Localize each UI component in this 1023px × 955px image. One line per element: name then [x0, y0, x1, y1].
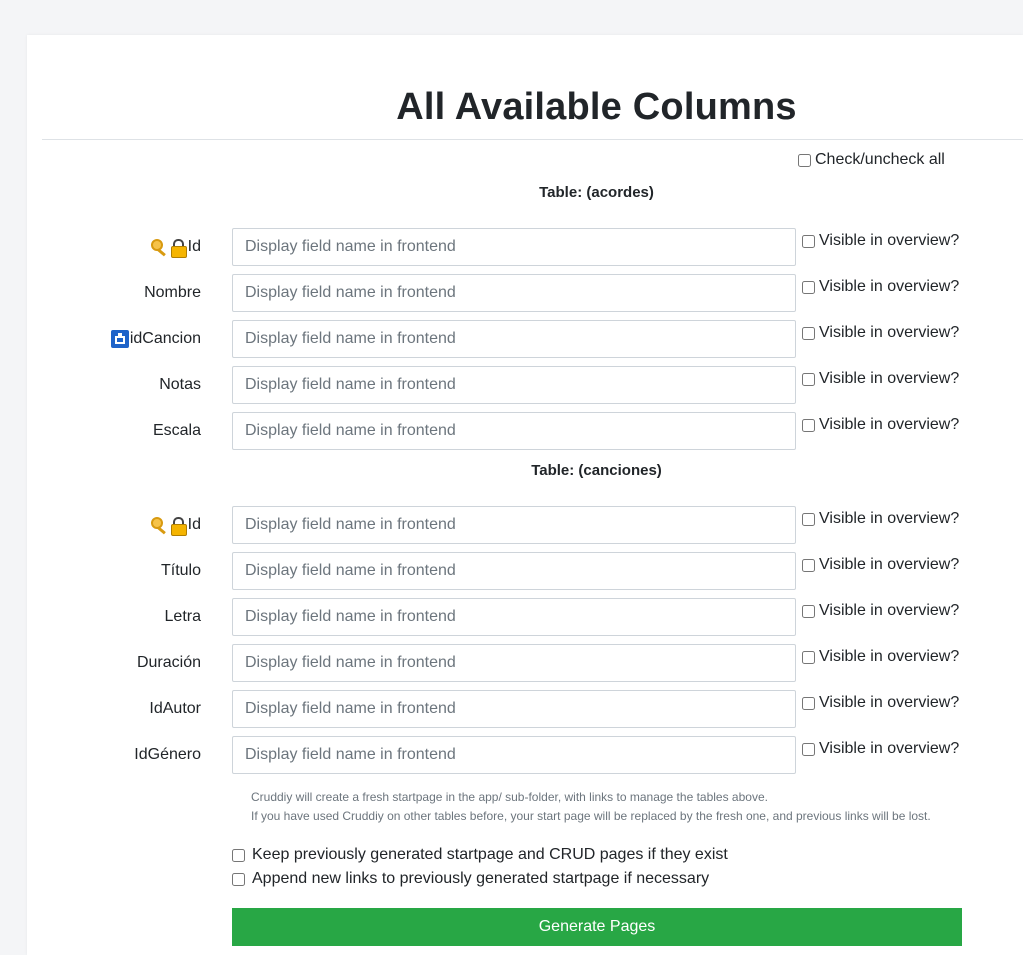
visible-control[interactable]: Visible in overview? — [802, 510, 959, 528]
column-label: Notas — [159, 366, 201, 404]
visible-checkbox[interactable] — [802, 650, 815, 664]
column-label: Título — [161, 552, 201, 590]
visible-control[interactable]: Visible in overview? — [802, 740, 959, 758]
column-name: IdGénero — [134, 746, 201, 763]
table-title-canciones: Table: (canciones) — [531, 462, 662, 479]
visible-control[interactable]: Visible in overview? — [802, 370, 959, 388]
table-title-acordes: Table: (acordes) — [539, 184, 654, 201]
display-name-input[interactable] — [232, 644, 796, 682]
column-name: Id — [187, 238, 201, 255]
check-all-label: Check/uncheck all — [815, 151, 945, 168]
visible-label: Visible in overview? — [819, 648, 960, 665]
column-name: Letra — [164, 608, 201, 625]
column-name: Id — [187, 516, 201, 533]
column-name: IdAutor — [149, 700, 201, 717]
column-row-canciones-idgenero: IdGénero Visible in overview? — [0, 736, 1023, 774]
visible-label: Visible in overview? — [819, 324, 960, 341]
generate-pages-button[interactable]: Generate Pages — [232, 908, 962, 946]
column-name: Título — [160, 562, 201, 579]
visible-checkbox[interactable] — [802, 742, 815, 756]
visible-label: Visible in overview? — [819, 510, 960, 527]
column-row-acordes-id: Id Visible in overview? — [0, 228, 1023, 266]
visible-label: Visible in overview? — [819, 694, 960, 711]
visible-control[interactable]: Visible in overview? — [802, 556, 959, 574]
keep-pages-option[interactable]: Keep previously generated startpage and … — [232, 846, 728, 864]
visible-label: Visible in overview? — [819, 370, 960, 387]
column-label: IdAutor — [149, 690, 201, 728]
column-row-canciones-duracion: Duración Visible in overview? — [0, 644, 1023, 682]
column-name: idCancion — [129, 330, 201, 347]
check-all-checkbox[interactable] — [798, 153, 811, 167]
display-name-input[interactable] — [232, 552, 796, 590]
visible-checkbox[interactable] — [802, 512, 815, 526]
column-label: idCancion — [110, 320, 201, 358]
startpage-info-text: Cruddiy will create a fresh startpage in… — [251, 788, 961, 826]
column-label: Nombre — [144, 274, 201, 312]
display-name-input[interactable] — [232, 412, 796, 450]
visible-checkbox[interactable] — [802, 234, 815, 248]
column-row-acordes-idcancion: idCancion Visible in overview? — [0, 320, 1023, 358]
visible-label: Visible in overview? — [819, 602, 960, 619]
column-label: Duración — [137, 644, 201, 682]
display-name-input[interactable] — [232, 228, 796, 266]
visible-control[interactable]: Visible in overview? — [802, 232, 959, 250]
info-line-2: If you have used Cruddiy on other tables… — [251, 809, 931, 823]
display-name-input[interactable] — [232, 366, 796, 404]
append-links-option[interactable]: Append new links to previously generated… — [232, 870, 709, 888]
visible-checkbox[interactable] — [802, 372, 815, 386]
keep-pages-checkbox[interactable] — [232, 848, 245, 862]
visible-control[interactable]: Visible in overview? — [802, 278, 959, 296]
visible-label: Visible in overview? — [819, 740, 960, 757]
visible-checkbox[interactable] — [802, 604, 815, 618]
page-title: All Available Columns — [396, 86, 797, 128]
visible-label: Visible in overview? — [819, 278, 960, 295]
append-links-label: Append new links to previously generated… — [252, 870, 710, 887]
title-divider — [42, 139, 1023, 140]
keep-pages-label: Keep previously generated startpage and … — [252, 846, 728, 863]
foreign-key-icon — [110, 330, 129, 348]
display-name-input[interactable] — [232, 506, 796, 544]
column-name: Nombre — [144, 284, 201, 301]
visible-label: Visible in overview? — [819, 232, 960, 249]
column-label: Letra — [165, 598, 201, 636]
visible-checkbox[interactable] — [802, 280, 815, 294]
column-row-canciones-titulo: Título Visible in overview? — [0, 552, 1023, 590]
column-row-canciones-idautor: IdAutor Visible in overview? — [0, 690, 1023, 728]
column-label: IdGénero — [134, 736, 201, 774]
display-name-input[interactable] — [232, 598, 796, 636]
visible-control[interactable]: Visible in overview? — [802, 416, 959, 434]
display-name-input[interactable] — [232, 274, 796, 312]
column-row-acordes-nombre: Nombre Visible in overview? — [0, 274, 1023, 312]
visible-control[interactable]: Visible in overview? — [802, 602, 959, 620]
column-row-canciones-letra: Letra Visible in overview? — [0, 598, 1023, 636]
column-name: Escala — [152, 422, 201, 439]
column-label: Id — [150, 506, 201, 544]
column-row-acordes-escala: Escala Visible in overview? — [0, 412, 1023, 450]
visible-label: Visible in overview? — [819, 416, 960, 433]
visible-control[interactable]: Visible in overview? — [802, 694, 959, 712]
visible-checkbox[interactable] — [802, 558, 815, 572]
display-name-input[interactable] — [232, 320, 796, 358]
visible-checkbox[interactable] — [802, 418, 815, 432]
column-row-acordes-notas: Notas Visible in overview? — [0, 366, 1023, 404]
display-name-input[interactable] — [232, 736, 796, 774]
info-line-1: Cruddiy will create a fresh startpage in… — [251, 790, 768, 804]
column-row-canciones-id: Id Visible in overview? — [0, 506, 1023, 544]
visible-checkbox[interactable] — [802, 696, 815, 710]
append-links-checkbox[interactable] — [232, 872, 245, 886]
key-icon — [150, 516, 168, 534]
column-name: Duración — [136, 654, 201, 671]
display-name-input[interactable] — [232, 690, 796, 728]
visible-label: Visible in overview? — [819, 556, 960, 573]
visible-checkbox[interactable] — [802, 326, 815, 340]
check-all-control[interactable]: Check/uncheck all — [798, 151, 945, 169]
column-label: Id — [150, 228, 201, 266]
lock-icon — [169, 516, 187, 536]
column-name: Notas — [159, 376, 201, 393]
visible-control[interactable]: Visible in overview? — [802, 324, 959, 342]
lock-icon — [169, 238, 187, 258]
visible-control[interactable]: Visible in overview? — [802, 648, 959, 666]
key-icon — [150, 238, 168, 256]
column-label: Escala — [153, 412, 201, 450]
